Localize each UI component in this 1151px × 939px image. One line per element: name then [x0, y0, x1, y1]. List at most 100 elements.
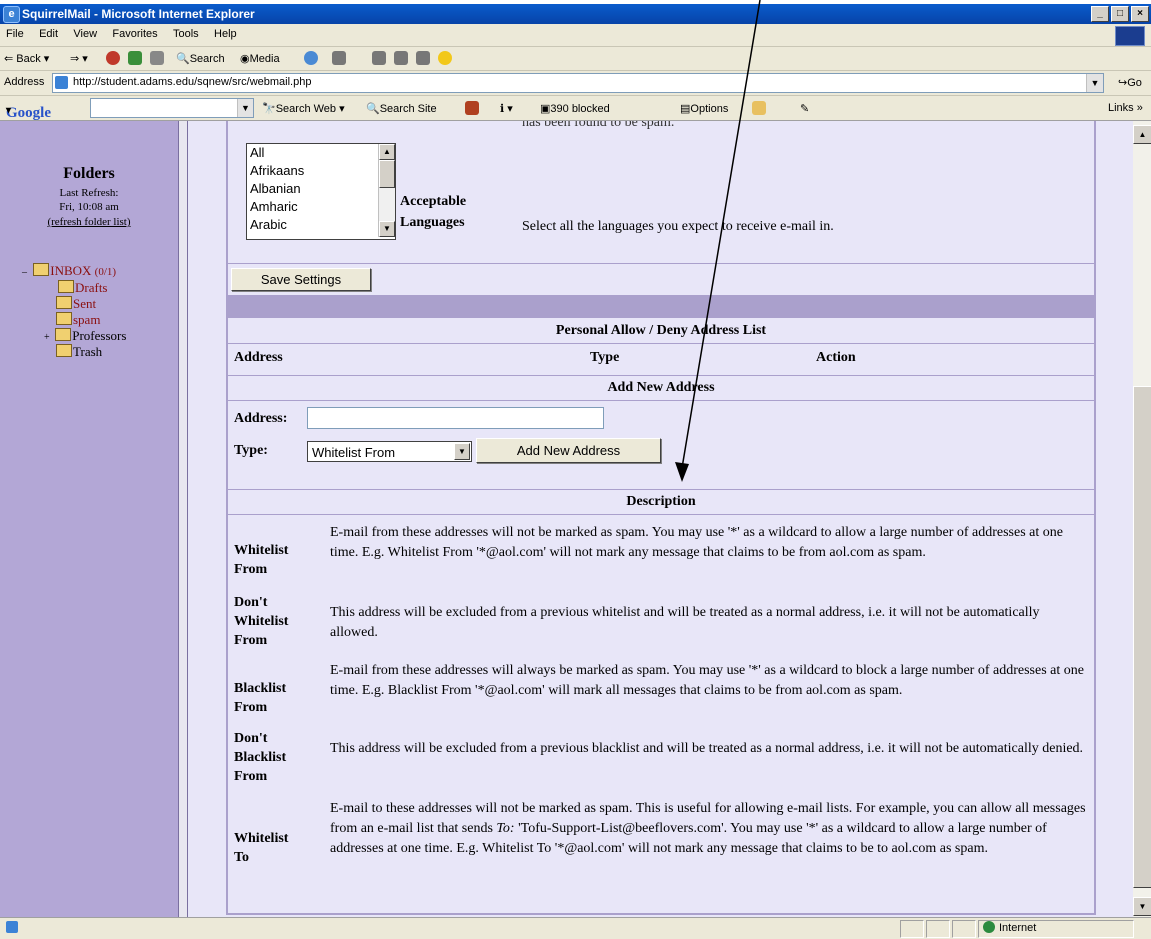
ie-icon: e — [3, 6, 20, 23]
list-title-row: Personal Allow / Deny Address List — [228, 319, 1094, 344]
back-button[interactable]: ⇐ Back ▾ — [4, 52, 49, 65]
page-status-icon — [6, 921, 18, 933]
links-button[interactable]: Links » — [1108, 102, 1143, 114]
google-dropdown-icon[interactable]: ▼ — [237, 99, 253, 117]
last-refresh-label: Last Refresh: — [59, 187, 119, 199]
type-select[interactable]: Whitelist From ▼ — [307, 441, 472, 462]
print-icon[interactable] — [372, 51, 386, 65]
description-whitelist-from: Whitelist From E-mail from these address… — [228, 521, 1094, 587]
messenger-icon[interactable] — [438, 51, 452, 65]
address-bar: Address http://student.adams.edu/sqnew/s… — [0, 71, 1151, 96]
page-scrollbar[interactable]: ▲ ▼ — [1133, 121, 1151, 917]
status-cell — [952, 920, 976, 938]
language-option[interactable]: Afrikaans — [250, 163, 304, 178]
media-button[interactable]: ◉Media — [240, 52, 280, 65]
close-button[interactable]: × — [1131, 6, 1149, 22]
inbox-folder-icon — [33, 263, 50, 276]
drafts-folder-icon — [58, 280, 74, 293]
language-option[interactable]: Albanian — [250, 181, 301, 196]
add-title-row: Add New Address — [228, 376, 1094, 401]
google-search-input[interactable]: ▼ — [90, 98, 254, 118]
refresh-folder-list-link[interactable]: (refresh folder list) — [0, 216, 178, 228]
search-web-button[interactable]: 🔭Search Web ▾ — [262, 102, 345, 115]
search-site-button[interactable]: 🔍Search Site — [366, 102, 437, 115]
listbox-down-arrow-icon[interactable]: ▼ — [379, 221, 395, 237]
address-field-label: Address: — [234, 411, 288, 426]
info-button[interactable]: ℹ ▾ — [500, 102, 513, 115]
collapse-icon[interactable]: – — [22, 267, 30, 278]
folder-sidebar: Folders Last Refresh: Fri, 10:08 am (ref… — [0, 121, 178, 917]
status-bar: Internet — [0, 917, 1151, 939]
type-field-label: Type: — [234, 443, 268, 458]
add-form-row: Address: Type: Whitelist From ▼ Add New … — [228, 401, 1094, 490]
menu-view[interactable]: View — [67, 24, 103, 40]
folder-icon[interactable] — [752, 101, 766, 115]
address-field[interactable] — [307, 407, 604, 429]
search-button[interactable]: 🔍Search — [176, 52, 225, 65]
folder-professors[interactable]: + Professors — [44, 328, 126, 344]
column-action: Action — [816, 350, 856, 365]
save-settings-button[interactable]: Save Settings — [231, 268, 371, 291]
windows-logo-icon — [1115, 26, 1145, 46]
listbox-scrollbar[interactable]: ▲ ▼ — [378, 144, 395, 237]
security-zone: Internet — [978, 920, 1134, 938]
menu-tools[interactable]: Tools — [167, 24, 205, 40]
spam-folder-icon — [56, 312, 72, 325]
menu-edit[interactable]: Edit — [33, 24, 64, 40]
stop-icon[interactable] — [106, 51, 120, 65]
section-separator — [228, 296, 1094, 318]
address-dropdown-icon[interactable]: ▼ — [1086, 74, 1103, 92]
status-cell — [900, 920, 924, 938]
discuss-icon[interactable] — [416, 51, 430, 65]
list-title: Personal Allow / Deny Address List — [555, 323, 767, 338]
mail-icon[interactable] — [332, 51, 346, 65]
minimize-button[interactable]: _ — [1091, 6, 1109, 22]
folder-spam[interactable]: spam — [56, 312, 100, 328]
description-term: Don't Whitelist From — [234, 595, 289, 648]
description-title-row: Description — [228, 490, 1094, 515]
menu-favorites[interactable]: Favorites — [106, 24, 163, 40]
folder-sent[interactable]: Sent — [56, 296, 96, 312]
language-option[interactable]: All — [250, 145, 264, 160]
popup-blocker-button[interactable]: ▣390 blocked — [540, 102, 610, 115]
type-dropdown-icon[interactable]: ▼ — [454, 443, 470, 460]
list-columns-row: Address Type Action — [228, 344, 1094, 376]
listbox-up-arrow-icon[interactable]: ▲ — [379, 144, 395, 160]
address-input[interactable]: http://student.adams.edu/sqnew/src/webma… — [52, 73, 1104, 93]
menu-help[interactable]: Help — [208, 24, 243, 40]
description-term: Whitelist From — [234, 543, 289, 577]
options-button[interactable]: ▤Options — [680, 102, 728, 115]
description-whitelist-to: Whitelist To E-mail to these addresses w… — [228, 797, 1094, 887]
home-icon[interactable] — [150, 51, 164, 65]
menu-file[interactable]: File — [0, 24, 30, 40]
inbox-count: (0/1) — [94, 266, 117, 278]
scroll-down-arrow-icon[interactable]: ▼ — [1133, 897, 1151, 916]
language-option[interactable]: Arabic — [250, 217, 287, 232]
description-text: This address will be excluded from a pre… — [330, 741, 1084, 756]
go-button[interactable]: ↪Go — [1118, 76, 1142, 89]
window-title: SquirrelMail - Microsoft Internet Explor… — [22, 7, 255, 21]
listbox-scroll-thumb[interactable] — [379, 160, 395, 188]
history-icon[interactable] — [304, 51, 318, 65]
edit-icon[interactable] — [394, 51, 408, 65]
add-new-address-button[interactable]: Add New Address — [476, 438, 661, 463]
pagerank-icon[interactable] — [465, 101, 479, 115]
folder-trash[interactable]: Trash — [56, 344, 102, 360]
page-scroll-thumb[interactable] — [1133, 386, 1151, 888]
frame-divider[interactable] — [178, 121, 188, 917]
languages-listbox[interactable]: All Afrikaans Albanian Amharic Arabic ▲ … — [246, 143, 396, 240]
language-option[interactable]: Amharic — [250, 199, 298, 214]
main-content: has been found to be spam. All Afrikaans… — [188, 121, 1133, 917]
folder-inbox[interactable]: – INBOX (0/1) — [22, 263, 116, 279]
page-icon — [55, 76, 68, 89]
refresh-icon[interactable] — [128, 51, 142, 65]
maximize-button[interactable]: □ — [1111, 6, 1129, 22]
folder-drafts[interactable]: Drafts — [58, 280, 108, 296]
description-term: Don't Blacklist From — [234, 731, 287, 784]
highlight-icon[interactable]: ✎ — [800, 102, 809, 115]
forward-button[interactable]: ⇒ ▾ — [70, 52, 88, 65]
expand-icon[interactable]: + — [44, 332, 52, 343]
scroll-up-arrow-icon[interactable]: ▲ — [1133, 125, 1151, 144]
trash-folder-icon — [56, 344, 72, 357]
description-dont-whitelist-from: Don't Whitelist From This address will b… — [228, 593, 1094, 655]
